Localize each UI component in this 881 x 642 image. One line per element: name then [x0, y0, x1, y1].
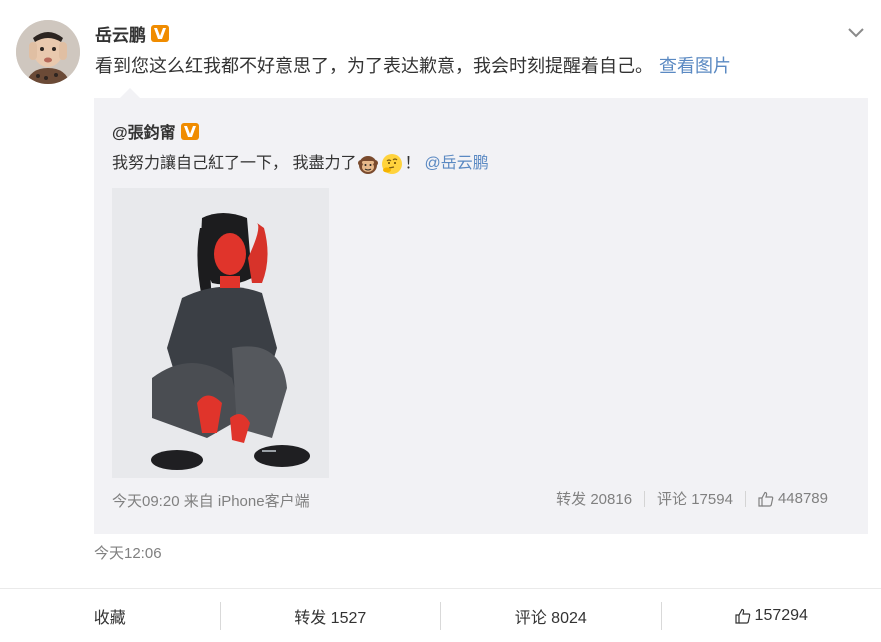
repost-actions: 转发 20816 评论 17594 448789 [544, 488, 840, 509]
repost-text-after: ！ [404, 155, 421, 172]
repost-text-before: 我努力讓自己紅了一下， 我盡力了 [112, 155, 357, 172]
post-text: 看到您这么红我都不好意思了，为了表达歉意，我会时刻提醒着自己。 查看图片 [95, 53, 731, 79]
favorite-button[interactable]: 收藏 [0, 589, 220, 642]
thumbs-up-icon [758, 491, 774, 507]
forward-button[interactable]: 转发 1527 [221, 589, 441, 642]
avatar[interactable] [16, 20, 80, 84]
verified-badge-icon [151, 24, 169, 42]
repost-like-count: 448789 [777, 490, 828, 507]
chevron-down-icon[interactable] [846, 25, 866, 41]
post-body: 看到您这么红我都不好意思了，为了表达歉意，我会时刻提醒着自己。 [95, 56, 653, 76]
repost-forward-button[interactable]: 转发 20816 [544, 488, 644, 509]
post-author-row: 岳云鹏 [95, 21, 169, 46]
avatar-image [16, 20, 80, 84]
repost-author[interactable]: @張鈞甯 [112, 119, 176, 143]
view-image-link[interactable]: 查看图片 [659, 56, 731, 76]
repost-text: 我努力讓自己紅了一下， 我盡力了 ！ @岳云鹏 [112, 152, 489, 176]
verified-badge-icon [180, 122, 199, 140]
repost-author-row: @張鈞甯 [112, 120, 199, 142]
bottom-action-bar: 收藏 转发 1527 评论 8024 157294 [0, 588, 881, 642]
like-button[interactable]: 157294 [662, 589, 881, 642]
repost-mention-link[interactable]: @岳云鹏 [424, 152, 488, 176]
repost-photo[interactable] [112, 188, 329, 478]
comment-button[interactable]: 评论 8024 [441, 589, 661, 642]
repost-photo-image [112, 188, 329, 478]
thumbs-up-icon [734, 608, 750, 624]
thinking-emoji-icon [381, 153, 403, 175]
author-name[interactable]: 岳云鹏 [95, 21, 146, 46]
monkey-emoji-icon [357, 153, 379, 175]
repost-comment-button[interactable]: 评论 17594 [645, 488, 745, 509]
like-count: 157294 [754, 606, 808, 624]
repost-meta: 今天09:20 来自 iPhone客户端 [112, 493, 310, 510]
repost-like-button[interactable]: 448789 [746, 490, 840, 507]
post-time[interactable]: 今天12:06 [94, 542, 162, 563]
repost-caret [120, 88, 140, 98]
repost-card: @張鈞甯 我努力讓自己紅了一下， 我盡力了 ！ @岳云鹏 今天09:20 来自 … [94, 98, 868, 534]
